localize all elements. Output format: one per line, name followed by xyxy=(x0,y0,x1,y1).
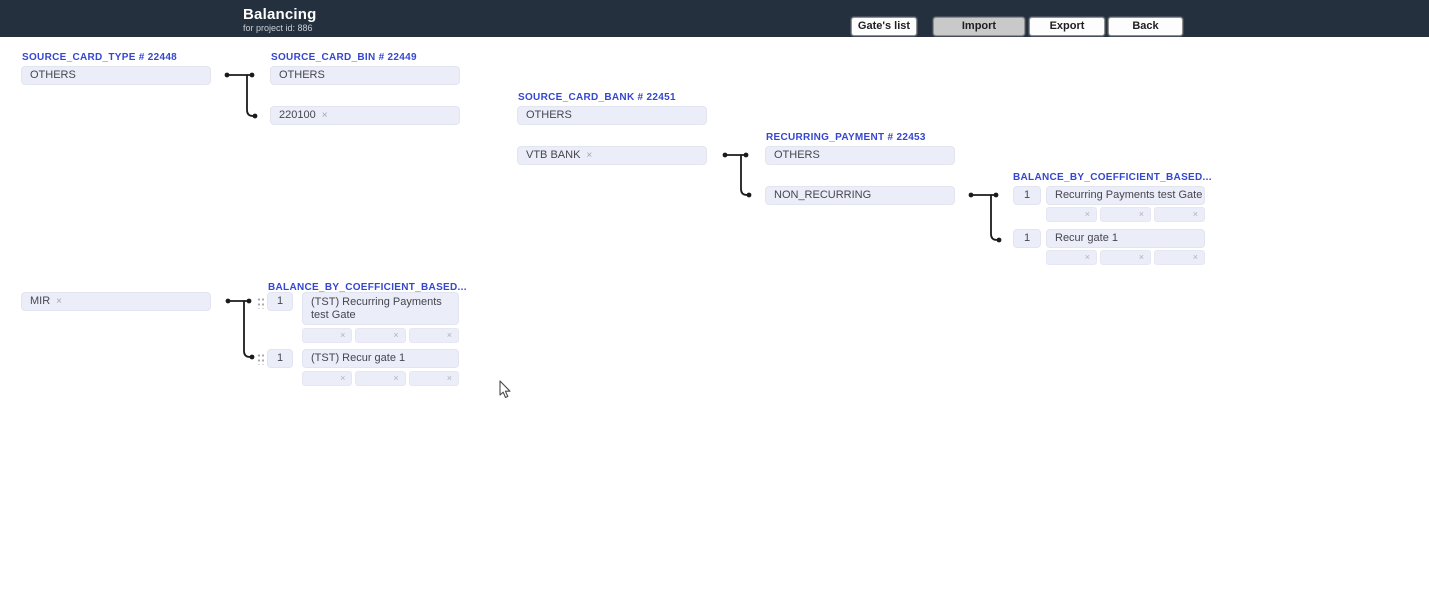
chip-bin-others[interactable]: OTHERS xyxy=(270,66,460,85)
import-button[interactable]: Import xyxy=(933,17,1025,36)
gate-slot[interactable]: × xyxy=(1100,250,1151,265)
remove-icon[interactable]: × xyxy=(1193,252,1198,262)
gate-slot-row: × × × xyxy=(1046,207,1205,222)
page-subtitle: for project id: 886 xyxy=(243,23,313,33)
remove-icon[interactable]: × xyxy=(340,373,345,383)
back-button[interactable]: Back xyxy=(1108,17,1183,36)
remove-icon[interactable]: × xyxy=(393,373,398,383)
chip-bin-220100[interactable]: 220100 × xyxy=(270,106,460,125)
remove-icon[interactable]: × xyxy=(1085,209,1090,219)
tree-connectors xyxy=(0,0,1429,604)
gate-slot[interactable]: × xyxy=(1154,207,1205,222)
gate-chip[interactable]: Recur gate 1 xyxy=(1046,229,1205,248)
export-button[interactable]: Export xyxy=(1029,17,1105,36)
gate-slot[interactable]: × xyxy=(409,328,459,343)
coefficient-input[interactable]: 1 xyxy=(267,292,293,311)
remove-icon[interactable]: × xyxy=(1139,209,1144,219)
gate-slot[interactable]: × xyxy=(302,328,352,343)
remove-icon[interactable]: × xyxy=(447,330,452,340)
node-label-source-card-bin: SOURCE_CARD_BIN # 22449 xyxy=(271,52,417,63)
node-label-recurring-payment: RECURRING_PAYMENT # 22453 xyxy=(766,132,926,143)
gate-slot[interactable]: × xyxy=(302,371,352,386)
drag-handle-icon[interactable] xyxy=(256,352,264,365)
chip-recurring-others[interactable]: OTHERS xyxy=(765,146,955,165)
gate-slot[interactable]: × xyxy=(355,371,405,386)
gate-slot[interactable]: × xyxy=(1046,207,1097,222)
remove-icon[interactable]: × xyxy=(1193,209,1198,219)
remove-icon[interactable]: × xyxy=(1085,252,1090,262)
remove-icon[interactable]: × xyxy=(1139,252,1144,262)
gate-slot-row: × × × xyxy=(1046,250,1205,265)
chip-bank-vtb[interactable]: VTB BANK × xyxy=(517,146,707,165)
remove-icon[interactable]: × xyxy=(586,150,592,161)
node-label-source-card-bank: SOURCE_CARD_BANK # 22451 xyxy=(518,92,676,103)
node-label-balance-recurring: BALANCE_BY_COEFFICIENT_BASED... xyxy=(1013,172,1212,183)
remove-icon[interactable]: × xyxy=(340,330,345,340)
gate-slot[interactable]: × xyxy=(355,328,405,343)
gate-chip[interactable]: (TST) Recur gate 1 xyxy=(302,349,459,368)
chip-bank-others-label: OTHERS xyxy=(526,109,572,121)
gate-slot-row: × × × xyxy=(302,328,459,343)
chip-bank-others[interactable]: OTHERS xyxy=(517,106,707,125)
chip-non-recurring[interactable]: NON_RECURRING xyxy=(765,186,955,205)
coefficient-input[interactable]: 1 xyxy=(1013,229,1041,248)
chip-card-type-mir-label: MIR xyxy=(30,295,50,307)
remove-icon[interactable]: × xyxy=(447,373,452,383)
gate-slot[interactable]: × xyxy=(1046,250,1097,265)
gate-slot-row: × × × xyxy=(302,371,459,386)
gate-slot[interactable]: × xyxy=(409,371,459,386)
page-title: Balancing xyxy=(243,6,316,23)
drag-handle-icon[interactable] xyxy=(256,296,264,309)
chip-bin-220100-label: 220100 xyxy=(279,109,316,121)
connector-bank-to-recurring xyxy=(723,153,752,198)
node-label-source-card-type: SOURCE_CARD_TYPE # 22448 xyxy=(22,52,177,63)
chip-recurring-others-label: OTHERS xyxy=(774,149,820,161)
chip-card-type-mir[interactable]: MIR × xyxy=(21,292,211,311)
gates-list-button[interactable]: Gate's list xyxy=(851,17,917,36)
connector-card-type-to-bin xyxy=(225,73,258,119)
coefficient-input[interactable]: 1 xyxy=(267,349,293,368)
chip-card-type-others-label: OTHERS xyxy=(30,69,76,81)
gate-slot[interactable]: × xyxy=(1100,207,1151,222)
chip-non-recurring-label: NON_RECURRING xyxy=(774,189,871,201)
mouse-cursor-icon xyxy=(499,380,515,400)
remove-icon[interactable]: × xyxy=(56,296,62,307)
remove-icon[interactable]: × xyxy=(322,110,328,121)
chip-bank-vtb-label: VTB BANK xyxy=(526,149,580,161)
chip-bin-others-label: OTHERS xyxy=(279,69,325,81)
connector-mir-to-balance xyxy=(226,299,255,360)
gate-chip[interactable]: Recurring Payments test Gate xyxy=(1046,186,1205,205)
gate-chip[interactable]: (TST) Recurring Payments test Gate xyxy=(302,292,459,325)
coefficient-input[interactable]: 1 xyxy=(1013,186,1041,205)
remove-icon[interactable]: × xyxy=(393,330,398,340)
gate-slot[interactable]: × xyxy=(1154,250,1205,265)
chip-card-type-others[interactable]: OTHERS xyxy=(21,66,211,85)
connector-recurring-to-balance xyxy=(969,193,1002,243)
balancing-page: Balancing for project id: 886 Gate's lis… xyxy=(0,0,1429,604)
top-bar: Balancing for project id: 886 Gate's lis… xyxy=(0,0,1429,37)
